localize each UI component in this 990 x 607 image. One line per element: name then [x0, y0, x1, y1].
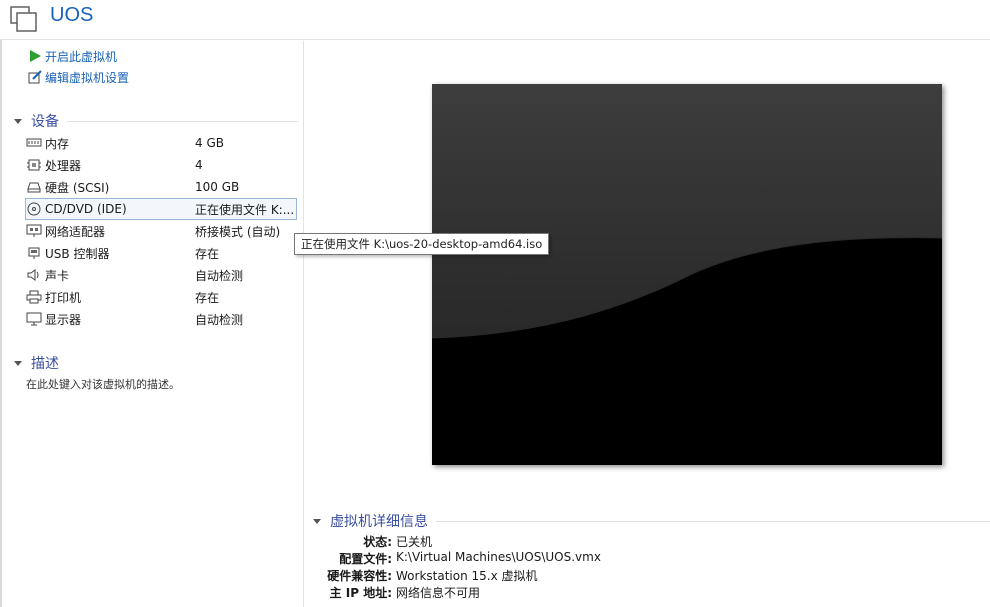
devices-section-title: 设备 [31, 114, 59, 130]
detail-key: 配置文件: [339, 552, 392, 566]
cd-dvd-icon [27, 202, 41, 216]
device-name: 处理器 [45, 158, 82, 173]
display-icon [26, 312, 42, 326]
section-divider [436, 520, 990, 522]
detail-row-ip-address: 主 IP 地址: 网络信息不可用 [300, 584, 990, 601]
device-value: 自动检测 [195, 312, 244, 327]
device-value: 4 [195, 158, 203, 172]
device-row-printer[interactable]: 打印机 存在 [26, 287, 298, 307]
virtual-machine-icon [10, 6, 37, 32]
power-on-vm-link[interactable]: 开启此虚拟机 [28, 47, 117, 65]
device-row-processor[interactable]: 处理器 4 [26, 155, 298, 175]
description-input[interactable]: 在此处键入对该虚拟机的描述。 [26, 376, 180, 392]
detail-value: K:\Virtual Machines\UOS\UOS.vmx [396, 550, 601, 564]
harddisk-icon [27, 182, 41, 193]
vm-title: UOS [50, 4, 94, 26]
vm-header: UOS [0, 0, 990, 40]
device-value: 存在 [195, 246, 220, 261]
device-row-cd-dvd[interactable]: CD/DVD (IDE) 正在使用文件 K:... [25, 198, 297, 220]
detail-row-config-file: 配置文件: K:\Virtual Machines\UOS\UOS.vmx [300, 550, 990, 567]
device-row-harddisk[interactable]: 硬盘 (SCSI) 100 GB [26, 177, 298, 197]
sound-card-icon [27, 269, 39, 281]
left-pane: 开启此虚拟机 编辑虚拟机设置 设备 内存 4 GB 处理器 4 硬盘 (SCSI… [2, 41, 304, 607]
device-row-display[interactable]: 显示器 自动检测 [26, 309, 298, 329]
devices-section-header[interactable]: 设备 [14, 111, 298, 131]
edit-vm-settings-label: 编辑虚拟机设置 [45, 70, 130, 85]
power-on-vm-label: 开启此虚拟机 [45, 49, 118, 64]
vm-screen-preview[interactable] [432, 84, 942, 465]
detail-value: Workstation 15.x 虚拟机 [396, 569, 538, 583]
detail-key: 主 IP 地址: [329, 586, 392, 600]
device-row-network[interactable]: 网络适配器 桥接模式 (自动) [26, 221, 298, 241]
network-adapter-icon [26, 224, 42, 237]
device-value: 正在使用文件 K:... [195, 202, 295, 217]
device-value: 桥接模式 (自动) [195, 224, 281, 239]
device-name: 打印机 [45, 290, 82, 305]
detail-row-hardware-compat: 硬件兼容性: Workstation 15.x 虚拟机 [300, 567, 990, 584]
edit-vm-settings-link[interactable]: 编辑虚拟机设置 [28, 68, 129, 86]
device-name: 声卡 [45, 268, 70, 283]
detail-key: 状态: [363, 535, 392, 549]
usb-icon [28, 247, 40, 259]
device-row-sound[interactable]: 声卡 自动检测 [26, 265, 298, 285]
vm-details-section-header[interactable]: 虚拟机详细信息 [313, 511, 990, 531]
memory-icon [26, 138, 42, 147]
cd-dvd-tooltip: 正在使用文件 K:\uos-20-desktop-amd64.iso [294, 233, 550, 255]
play-icon [30, 50, 41, 62]
device-value: 100 GB [195, 180, 240, 194]
device-name: CD/DVD (IDE) [45, 202, 127, 216]
section-divider [67, 120, 298, 122]
device-name: 显示器 [45, 312, 82, 327]
detail-value: 已关机 [396, 535, 433, 549]
processor-icon [27, 159, 41, 171]
device-value: 存在 [195, 290, 220, 305]
device-value: 自动检测 [195, 268, 244, 283]
vm-details-section-title: 虚拟机详细信息 [330, 514, 428, 530]
vm-screen-thumbnail [432, 84, 942, 465]
device-name: 硬盘 (SCSI) [45, 180, 110, 195]
detail-row-state: 状态: 已关机 [300, 533, 990, 550]
edit-settings-icon [28, 70, 42, 84]
device-row-memory[interactable]: 内存 4 GB [26, 133, 298, 153]
collapse-triangle-icon [14, 118, 22, 124]
device-name: 网络适配器 [45, 224, 106, 239]
detail-value: 网络信息不可用 [396, 586, 481, 600]
description-section-header[interactable]: 描述 [14, 353, 298, 373]
description-section-title: 描述 [31, 356, 59, 372]
detail-key: 硬件兼容性: [327, 569, 392, 583]
device-name: 内存 [45, 136, 70, 151]
collapse-triangle-icon [313, 518, 321, 524]
collapse-triangle-icon [14, 360, 22, 366]
printer-icon [26, 290, 42, 304]
device-value: 4 GB [195, 136, 224, 150]
device-row-usb[interactable]: USB 控制器 存在 [26, 243, 298, 263]
device-name: USB 控制器 [45, 246, 110, 261]
